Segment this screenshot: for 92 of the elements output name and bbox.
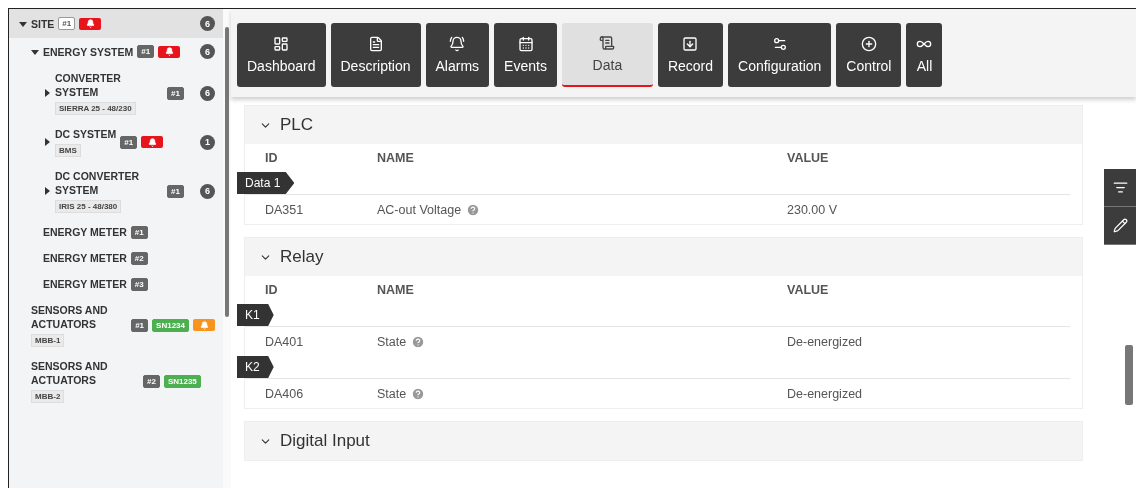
tab[interactable]: Configuration [728,23,832,87]
tree-item[interactable]: DC CONVERTER SYSTEM IRIS 25 - 48/380 #1 6 [9,163,223,219]
number-badge: #2 [130,251,148,265]
tree-item-label: ENERGY SYSTEM [43,44,134,59]
number-badge: #3 [130,277,148,291]
tab[interactable]: Events [494,23,557,87]
tree-item-label: DC SYSTEM [55,127,117,141]
tab[interactable]: Data [561,23,653,87]
model-tag: IRIS 25 - 48/380 [55,200,122,213]
column-header: VALUE [787,151,830,165]
tab-icon [273,36,290,52]
tab-icon [449,36,466,52]
table-cell-text: DA406 [265,386,305,401]
serial-badge: SN1234 [152,318,189,332]
tree-item-label: ENERGY METER [43,251,127,265]
filter-icon [1112,180,1128,195]
number-badge: #1 [167,184,184,198]
column-header: NAME [377,151,415,165]
tab-icon [771,36,788,52]
tab[interactable]: Dashboard [237,23,326,87]
model-tag: MBB-1 [31,334,65,347]
filter-button[interactable] [1104,169,1136,207]
section-title: Relay [280,247,324,267]
column-header: ID [265,151,279,165]
tree-item[interactable]: SENSORS AND ACTUATORS MBB-1 #1 SN1234 [9,297,223,353]
tab[interactable]: Alarms [425,23,490,87]
tree-item[interactable]: ENERGY METER #3 [9,271,223,297]
table-cell-text: DA351 [265,202,305,217]
serial-badge: SN1235 [163,374,201,388]
tree-item-label: DC CONVERTER SYSTEM [55,169,140,197]
group-label: K2 [237,356,274,378]
table-cell-text: De-energized [787,334,864,349]
column-header: NAME [377,283,415,297]
number-badge: #1 [58,17,76,30]
tree-item-label: SITE [31,16,55,31]
tab-icon [517,36,534,52]
section-header[interactable]: Digital Input [245,422,1082,460]
table-cell-text: 230.00 V [787,202,839,217]
tree-item-label: CONVERTER SYSTEM [55,71,122,99]
model-tag: MBB-2 [31,390,65,403]
tab[interactable]: Record [657,23,724,87]
number-badge: #1 [137,45,155,58]
count-badge: 6 [200,16,215,31]
count-badge: 1 [200,134,215,150]
table-cell-text: DA401 [265,334,305,349]
pencil-icon [1112,218,1128,233]
number-badge: #1 [120,135,138,149]
tree-item[interactable]: ENERGY METER #1 [9,219,223,245]
table-cell: State [377,334,407,349]
number-badge: #1 [167,86,184,100]
help-icon[interactable] [466,202,481,217]
table-cell: State [377,386,407,401]
tree-item-label: SENSORS AND ACTUATORS [31,303,109,331]
tree-item[interactable]: DC SYSTEM BMS #1 1 [9,121,223,163]
tree-item-label: ENERGY METER [43,225,127,239]
number-badge: #2 [143,374,160,388]
tab-icon [367,36,384,52]
scrollbar-thumb[interactable] [1125,345,1133,405]
group-label: K1 [237,304,274,326]
model-tag: SIERRA 25 - 48/230 [55,102,136,115]
help-icon[interactable] [411,334,426,349]
tree-item[interactable]: CONVERTER SYSTEM SIERRA 25 - 48/230 #1 6 [9,65,223,121]
tree-item[interactable]: SENSORS AND ACTUATORS MBB-2 #2 SN1235 [9,353,223,409]
edit-button[interactable] [1104,207,1136,245]
count-badge: 6 [200,183,215,199]
tree-item[interactable]: ENERGY METER #2 [9,245,223,271]
count-badge: 6 [200,44,215,59]
number-badge: #1 [131,318,149,332]
tab[interactable]: Control [836,23,902,87]
group-label: Data 1 [237,172,295,194]
scrollbar-thumb[interactable] [225,27,229,317]
table-cell: AC-out Voltage [377,202,462,217]
tree-item-label: ENERGY METER [43,277,127,291]
section-header[interactable]: Relay [245,238,1082,276]
tab-icon [682,36,699,52]
column-header: ID [265,283,279,297]
table-cell-text: De-energized [787,386,864,401]
model-tag: BMS [55,144,81,157]
count-badge: 6 [200,85,215,101]
tab[interactable]: All [906,23,943,87]
tree-item[interactable]: ENERGY SYSTEM #1 6 [9,38,223,65]
section-title: Digital Input [280,431,370,451]
section-title: PLC [280,115,314,135]
tab[interactable]: Description [330,23,421,87]
number-badge: #1 [130,225,148,239]
help-icon[interactable] [411,386,426,401]
column-header: VALUE [787,283,830,297]
tab-icon [599,35,616,51]
section-header[interactable]: PLC [245,106,1082,144]
tab-icon [860,36,877,52]
tree-item-label: SENSORS AND ACTUATORS [31,359,109,387]
tree-item[interactable]: SITE #1 6 [9,9,223,38]
